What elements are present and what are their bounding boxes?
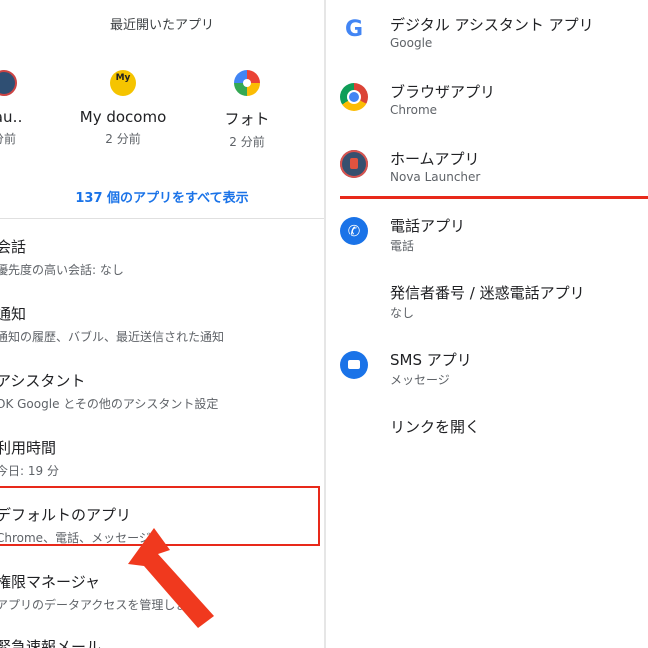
setting-title: 通知 (0, 305, 27, 323)
apps-settings-panel: 最近開いたアプリ Lau‥ 分前 My My docomo 2 分前 フォト 2… (0, 0, 324, 648)
setting-subtitle: 今日: 19 分 (0, 464, 59, 478)
row-title: ブラウザアプリ (390, 83, 496, 101)
setting-subtitle: OK Google とその他のアシスタント設定 (0, 397, 219, 411)
row-subtitle: 電話 (390, 239, 415, 253)
annotation-arrow-icon (128, 528, 214, 628)
open-links-row[interactable]: リンクを開く (326, 404, 648, 464)
recent-app-name: Lau‥ (0, 108, 23, 126)
row-title: ホームアプリ (390, 150, 480, 168)
recent-app-my-docomo[interactable]: My My docomo 2 分前 (68, 70, 178, 147)
row-subtitle: メッセージ (390, 373, 450, 387)
setting-title: 利用時間 (0, 439, 57, 457)
setting-conversations[interactable]: 会話 優先度の高い会話: なし (0, 236, 324, 278)
caller-id-spam-app-row[interactable]: 発信者番号 / 迷惑電話アプリ なし (326, 270, 648, 330)
setting-title: 緊急速報メール (0, 638, 102, 648)
row-title: リンクを開く (390, 418, 481, 436)
row-title: 発信者番号 / 迷惑電話アプリ (390, 284, 585, 302)
setting-notifications[interactable]: 通知 通知の履歴、バブル、最近送信された通知 (0, 303, 324, 345)
show-all-apps-link[interactable]: 137 個のアプリをすべて表示 (0, 187, 324, 206)
home-launcher-icon (340, 150, 368, 178)
my-docomo-icon: My (110, 70, 136, 96)
recent-app-time: 2 分前 (105, 132, 141, 146)
recent-app-photos[interactable]: フォト 2 分前 (192, 70, 302, 150)
setting-subtitle: 通知の履歴、バブル、最近送信された通知 (0, 330, 225, 344)
setting-screen-time[interactable]: 利用時間 今日: 19 分 (0, 437, 324, 479)
nova-launcher-icon (0, 70, 17, 96)
sms-app-row[interactable]: SMS アプリ メッセージ (326, 337, 648, 397)
setting-subtitle: 優先度の高い会話: なし (0, 263, 124, 277)
default-apps-panel: G デジタル アシスタント アプリ Google ブラウザアプリ Chrome … (326, 0, 648, 648)
home-app-underline (340, 196, 648, 199)
row-subtitle: Chrome (390, 103, 438, 117)
row-subtitle: Google (390, 36, 433, 50)
google-icon: G (340, 16, 368, 44)
setting-assistant[interactable]: アシスタント OK Google とその他のアシスタント設定 (0, 370, 324, 412)
row-title: デジタル アシスタント アプリ (390, 16, 594, 34)
recent-app-time: 2 分前 (229, 135, 265, 149)
setting-emergency-alerts[interactable]: 緊急速報メール (0, 636, 324, 648)
my-docomo-icon-text: My (115, 73, 131, 83)
divider (0, 218, 324, 219)
row-subtitle: なし (390, 306, 415, 320)
phone-app-row[interactable]: ✆ 電話アプリ 電話 (326, 203, 648, 263)
row-title: 電話アプリ (390, 217, 466, 235)
default-assistant-app-row[interactable]: G デジタル アシスタント アプリ Google (326, 2, 648, 62)
google-photos-icon (234, 70, 260, 96)
chrome-icon (340, 83, 368, 111)
recent-app-time: 分前 (0, 132, 16, 146)
setting-title: 会話 (0, 238, 27, 256)
row-title: SMS アプリ (390, 351, 472, 369)
setting-title: アシスタント (0, 372, 86, 390)
browser-app-row[interactable]: ブラウザアプリ Chrome (326, 69, 648, 129)
row-subtitle: Nova Launcher (390, 170, 481, 184)
recent-app-name: フォト (224, 110, 270, 128)
home-app-row[interactable]: ホームアプリ Nova Launcher (326, 136, 648, 196)
recent-app-name: My docomo (79, 108, 167, 126)
phone-icon: ✆ (340, 217, 368, 245)
sms-icon (340, 351, 368, 379)
recent-app-nova[interactable]: Lau‥ 分前 (0, 70, 59, 147)
recent-apps-header: 最近開いたアプリ (109, 18, 214, 33)
